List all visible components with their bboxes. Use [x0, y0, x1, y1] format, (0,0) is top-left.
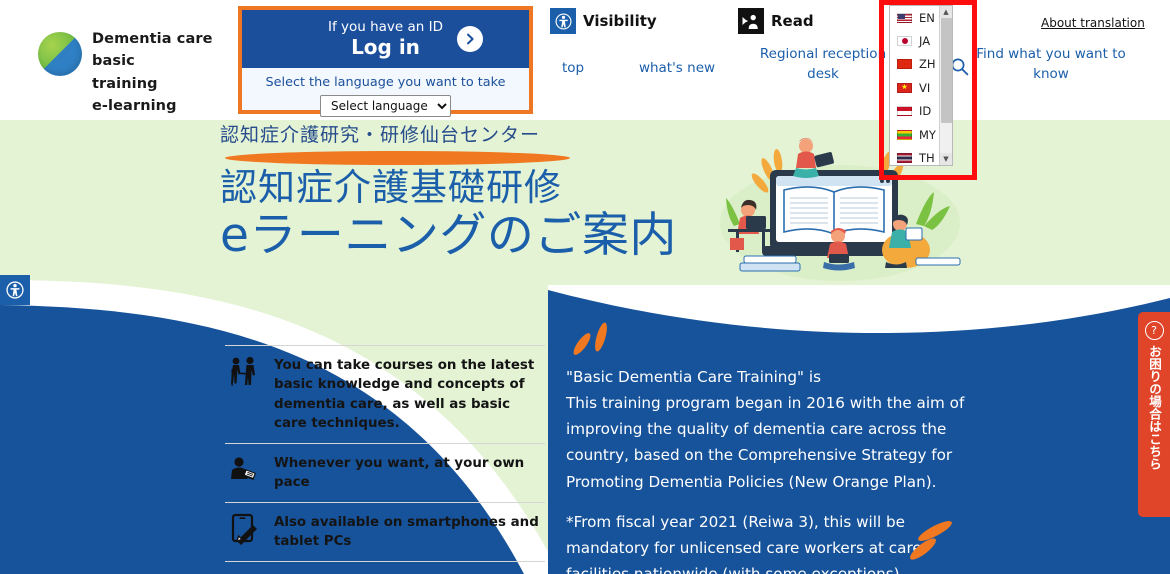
brand[interactable]: Dementia care basic training e-learning [38, 28, 228, 118]
visibility-toggle[interactable]: Visibility [550, 8, 657, 34]
course-language-select[interactable]: Select language [320, 95, 451, 117]
nav-link-whats-new[interactable]: what's new [630, 58, 724, 78]
language-option-my[interactable]: MY [890, 123, 940, 146]
info-panel: "Basic Dementia Care Training" is This t… [548, 290, 1170, 574]
language-option-zh[interactable]: ZH [890, 53, 940, 76]
feature-list: You can take courses on the latest basic… [225, 345, 545, 574]
help-tab-button[interactable]: ? お困りの場合はこちら [1138, 312, 1170, 517]
language-code: MY [919, 127, 936, 142]
scroll-up-arrow-icon[interactable]: ▲ [940, 6, 952, 18]
login-card: If you have an ID Log in Select the lang… [238, 6, 533, 117]
login-button-label: Log in [351, 35, 420, 60]
flag-jp-icon [897, 36, 912, 47]
read-aloud-toggle[interactable]: Read [738, 8, 814, 34]
info-paragraph-1: This training program began in 2016 with… [566, 394, 965, 491]
person-studying-icon [227, 453, 261, 487]
visibility-label: Visibility [583, 12, 657, 30]
nav-link-top[interactable]: top [548, 58, 598, 78]
flag-cn-icon [897, 59, 912, 70]
accessibility-person-icon [6, 281, 24, 299]
language-code: EN [919, 10, 935, 25]
question-mark-icon: ? [1144, 321, 1164, 340]
login-button[interactable]: If you have an ID Log in [242, 10, 529, 68]
language-option-ja[interactable]: JA [890, 29, 940, 52]
accessibility-person-icon [550, 8, 576, 34]
language-option-en[interactable]: EN [890, 6, 940, 29]
language-option-th[interactable]: TH [890, 146, 940, 166]
flag-us-icon [897, 12, 912, 23]
orange-accent-top [573, 322, 607, 355]
read-aloud-icon [738, 8, 764, 34]
language-dropdown-list: EN JA ZH ★ VI ID MY TH [890, 6, 940, 166]
about-translation-link[interactable]: About translation [1041, 16, 1145, 30]
list-item: You can study again and again after comp… [225, 562, 545, 574]
brand-line-1: Dementia care basic [92, 31, 213, 70]
nav-link-find-what-you-want-to-know[interactable]: Find what you want to know [968, 44, 1134, 85]
globe-sphere-logo [38, 32, 82, 76]
list-item: You can take courses on the latest basic… [225, 345, 545, 444]
scrollbar-thumb[interactable] [941, 18, 952, 123]
page-root: 認知症介護研究・研修仙台センター 認知症介護基礎研修 eラーニングのご案内 Yo… [0, 0, 1170, 574]
nav-link-regional-reception-desk[interactable]: Regional reception desk [752, 44, 894, 85]
dropdown-scrollbar[interactable]: ▲ ▼ [939, 6, 952, 165]
language-code: ZH [919, 57, 936, 72]
chevron-right-icon [457, 26, 483, 52]
list-item-label: You can study again and again after comp… [274, 571, 545, 574]
brand-line-3: e-learning [92, 98, 177, 115]
flag-vn-icon: ★ [897, 82, 912, 93]
info-heading: "Basic Dementia Care Training" is [566, 368, 821, 386]
list-item: Whenever you want, at your own pace [225, 444, 545, 503]
caregiver-walking-person-icon [227, 355, 261, 389]
language-option-vi[interactable]: ★ VI [890, 76, 940, 99]
orange-accent-bottom [910, 521, 952, 560]
flag-id-icon [897, 106, 912, 117]
scroll-down-arrow-icon[interactable]: ▼ [940, 153, 952, 165]
read-label: Read [771, 12, 814, 30]
hero-title-line1: 認知症介護基礎研修 [220, 166, 562, 209]
help-tab-label: お困りの場合はこちら [1147, 345, 1162, 470]
tablet-device-icon [227, 512, 261, 546]
language-code: JA [919, 34, 931, 49]
login-tagline: If you have an ID [327, 18, 444, 35]
hero-title-block: 認知症介護研究・研修仙台センター 認知症介護基礎研修 eラーニングのご案内 [220, 120, 677, 264]
language-select-wrap: Select language [242, 90, 529, 117]
list-item-label: Whenever you want, at your own pace [274, 455, 525, 491]
language-code: ID [919, 104, 932, 119]
brand-line-2: training [92, 75, 158, 92]
login-sub-label: Select the language you want to take [265, 75, 506, 90]
list-item-label: You can take courses on the latest basic… [274, 358, 535, 432]
hero-title-line2: eラーニングのご案内 [220, 207, 677, 263]
language-code: VI [919, 80, 931, 95]
accessibility-widget-button[interactable] [0, 275, 30, 305]
hero-underline-accent [225, 151, 570, 165]
flag-mm-icon [897, 129, 912, 140]
flag-th-icon [897, 153, 912, 164]
hero-section: 認知症介護研究・研修仙台センター 認知症介護基礎研修 eラーニングのご案内 Yo… [0, 120, 1170, 574]
hero-kicker: 認知症介護研究・研修仙台センター [220, 124, 541, 146]
language-dropdown-menu[interactable]: EN JA ZH ★ VI ID MY TH ▲ ▼ [889, 5, 953, 166]
list-item-label: Also available on smartphones and tablet… [274, 514, 539, 550]
language-option-id[interactable]: ID [890, 100, 940, 123]
brand-name: Dementia care basic training e-learning [92, 28, 228, 118]
site-header: Dementia care basic training e-learning … [0, 0, 1170, 166]
language-code: TH [919, 151, 935, 166]
list-item: Also available on smartphones and tablet… [225, 503, 545, 562]
repeat-study-icon [227, 571, 261, 574]
